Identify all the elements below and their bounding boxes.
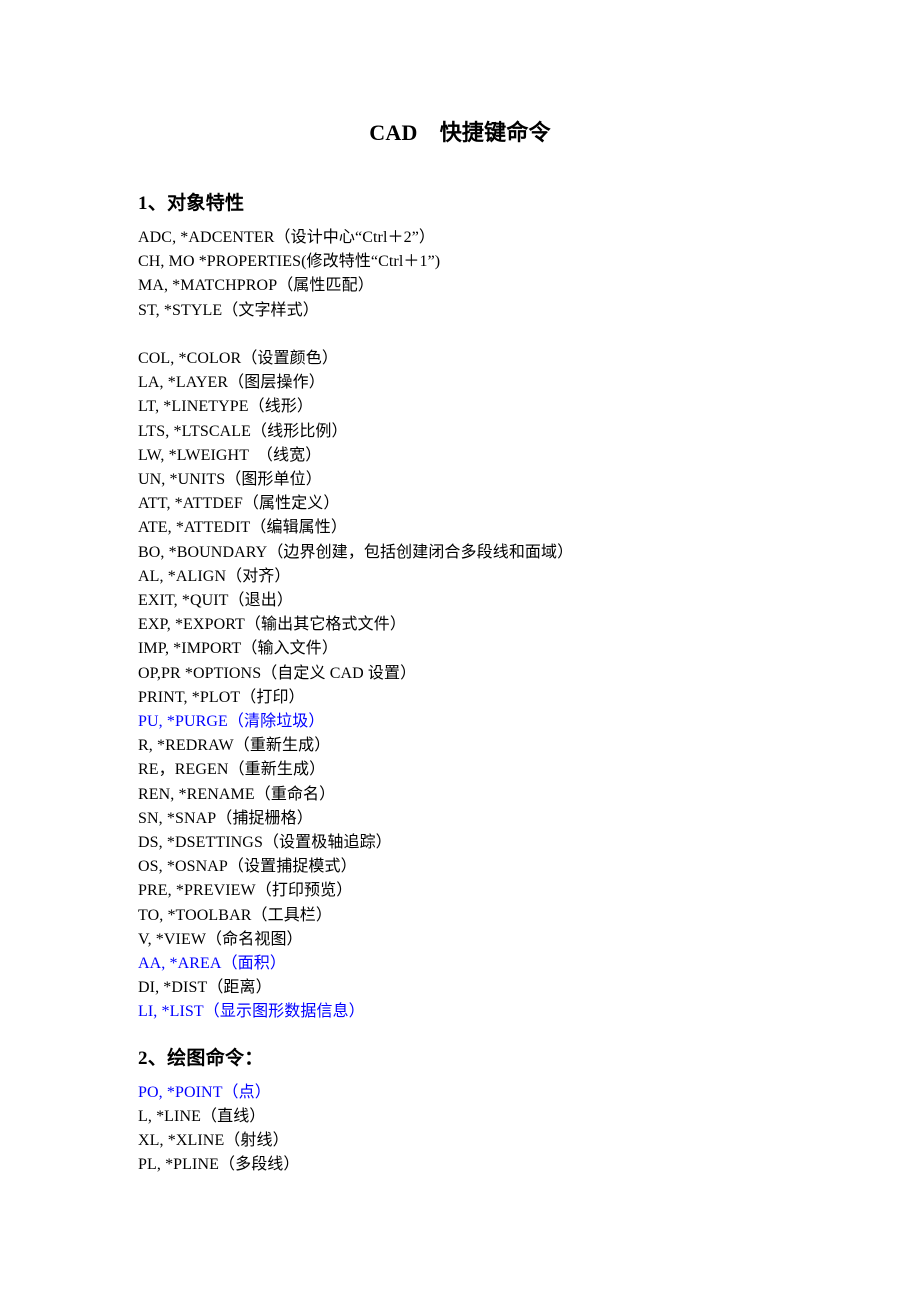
- command-line: TO, *TOOLBAR（工具栏）: [138, 906, 333, 924]
- section-heading-1: 1、对象特性: [138, 193, 245, 214]
- command-line: IMP, *IMPORT（输入文件）: [138, 640, 338, 658]
- command-line: LA, *LAYER（图层操作）: [138, 374, 325, 392]
- document-page: CAD 快捷键命令 1、对象特性 ADC, *ADCENTER（设计中心“Ctr…: [0, 0, 920, 1302]
- command-list-1: ADC, *ADCENTER（设计中心“Ctrl＋2”） CH, MO *PROP…: [138, 226, 878, 1025]
- page-title: CAD 快捷键命令: [369, 120, 551, 145]
- command-line: AA, *AREA（面积）: [138, 955, 286, 973]
- command-line: PO, *POINT（点）: [138, 1083, 271, 1101]
- command-line: MA, *MATCHPROP（属性匹配）: [138, 277, 374, 295]
- command-line: ADC, *ADCENTER（设计中心“Ctrl＋2”）: [138, 229, 436, 246]
- command-line: CH, MO *PROPERTIES(修改特性“Ctrl＋1”): [138, 253, 441, 271]
- command-line: XL, *XLINE（射线）: [138, 1132, 289, 1150]
- command-line: PRINT, *PLOT（打印）: [138, 688, 305, 706]
- command-line: AL, *ALIGN（对齐）: [138, 567, 291, 585]
- command-line: OP,PR *OPTIONS（自定义 CAD 设置）: [138, 664, 417, 682]
- command-line: REN, *RENAME（重命名）: [138, 785, 336, 803]
- document-body: 1、对象特性 ADC, *ADCENTER（设计中心“Ctrl＋2”） CH, M…: [138, 190, 878, 1178]
- command-line: OS, *OSNAP（设置捕捉模式）: [138, 858, 357, 876]
- command-list-2: PO, *POINT（点） L, *LINE（直线） XL, *XLINE（射线） P…: [138, 1081, 878, 1178]
- command-line: ATT, *ATTDEF（属性定义）: [138, 495, 340, 513]
- command-line: EXP, *EXPORT（输出其它格式文件）: [138, 616, 406, 634]
- command-line: PRE, *PREVIEW（打印预览）: [138, 882, 353, 900]
- command-line: EXIT, *QUIT（退出）: [138, 592, 293, 610]
- command-line: LT, *LINETYPE（线形）: [138, 398, 314, 416]
- command-line: ST, *STYLE（文字样式）: [138, 301, 319, 319]
- command-line: PU, *PURGE（清除垃圾）: [138, 713, 325, 731]
- command-line: UN, *UNITS（图形单位）: [138, 471, 322, 489]
- section-object-properties: 1、对象特性 ADC, *ADCENTER（设计中心“Ctrl＋2”） CH, M…: [138, 190, 878, 1025]
- command-line: L, *LINE（直线）: [138, 1107, 266, 1125]
- command-line: PL, *PLINE（多段线）: [138, 1156, 300, 1174]
- section-heading-2: 2、绘图命令：: [138, 1047, 264, 1069]
- command-line: BO, *BOUNDARY（边界创建，包括创建闭合多段线和面域）: [138, 543, 574, 561]
- command-line: V, *VIEW（命名视图）: [138, 930, 303, 948]
- command-line: COL, *COLOR（设置颜色）: [138, 350, 338, 367]
- command-line: LI, *LIST（显示图形数据信息）: [138, 1003, 365, 1021]
- command-line: LW, *LWEIGHT （线宽）: [138, 446, 322, 464]
- command-line: R, *REDRAW（重新生成）: [138, 737, 331, 755]
- command-line: RE，REGEN（重新生成）: [138, 761, 326, 779]
- section-draw-commands: 2、绘图命令： PO, *POINT（点） L, *LINE（直线） XL, *XL…: [138, 1045, 878, 1178]
- command-line: ATE, *ATTEDIT（编辑属性）: [138, 519, 347, 537]
- command-line: DS, *DSETTINGS（设置极轴追踪）: [138, 834, 392, 852]
- command-line: DI, *DIST（距离）: [138, 979, 272, 997]
- command-line: SN, *SNAP（捕捉栅格）: [138, 809, 313, 827]
- command-line: LTS, *LTSCALE（线形比例）: [138, 422, 348, 440]
